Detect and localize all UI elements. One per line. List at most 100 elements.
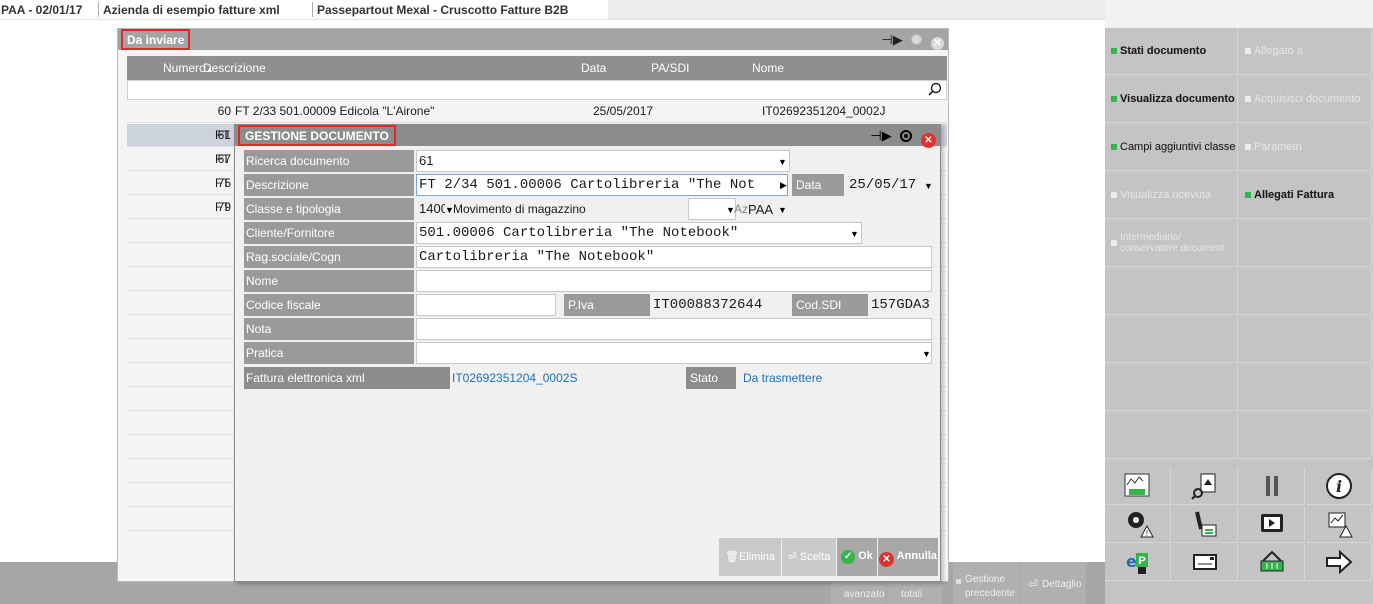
forward-arrow-button[interactable] (1306, 544, 1372, 581)
status-square-icon (1111, 240, 1117, 246)
title-separator (312, 2, 313, 17)
scelta-button[interactable]: ⏎ Scelta (782, 538, 836, 576)
chevron-down-icon[interactable]: ▼ (922, 349, 931, 359)
chevron-down-icon[interactable]: ▼ (778, 157, 787, 167)
ok-button[interactable]: ✓ Ok (837, 538, 877, 576)
allegati-fattura-button[interactable]: Allegati Fattura (1239, 172, 1372, 219)
minimize-icon[interactable] (911, 34, 923, 45)
pin-icon[interactable]: ⊣▶ (870, 128, 891, 144)
field-row-nota: Nota (244, 318, 934, 341)
field-row-ragsoc: Rag.sociale/Cogn Cartolibreria "The Note… (244, 246, 934, 269)
radio-target-icon[interactable] (900, 130, 913, 142)
nome-label: Nome (244, 270, 414, 292)
empty-slot (1105, 316, 1238, 363)
stato-label: Stato (686, 367, 736, 389)
screen-play-icon (1260, 514, 1283, 532)
chevron-down-icon[interactable]: ▼ (850, 229, 859, 239)
info-button[interactable]: i (1306, 468, 1372, 505)
window-controls: ⊣▶ ✕ (865, 128, 936, 148)
fattura-xml-link[interactable]: IT02692351204_0002S (452, 371, 577, 385)
campi-aggiuntivi-button[interactable]: Campi aggiuntivi classe (1105, 124, 1238, 171)
codice-fiscale-field[interactable] (416, 294, 556, 316)
parametri-button[interactable]: Parametri (1239, 124, 1372, 171)
pause-button[interactable] (1239, 468, 1305, 505)
screen-play-button[interactable] (1239, 506, 1305, 543)
intermediario-conservatore-button[interactable]: Intermediario/ conservatore document (1105, 220, 1238, 267)
az-field[interactable]: PAA (748, 202, 773, 217)
nota-label: Nota (244, 318, 414, 340)
stati-documento-button[interactable]: Stati documento (1105, 28, 1238, 75)
classe-field[interactable]: 1400 (416, 198, 446, 220)
search-input[interactable] (127, 80, 947, 100)
close-icon[interactable]: ✕ (921, 133, 936, 148)
window-header: GESTIONE DOCUMENTO ⊣▶ ✕ (235, 125, 940, 148)
column-header-data[interactable]: Data (581, 61, 606, 75)
right-top-strip (1105, 0, 1373, 28)
ricerca-label: Ricerca documento (244, 150, 414, 172)
column-header-descrizione[interactable]: Descrizione (203, 61, 266, 75)
allegato-a-button[interactable]: Allegato a (1239, 28, 1372, 75)
user-warning-icon: ! (1127, 512, 1154, 538)
svg-text:i: i (1335, 477, 1341, 496)
sign-document-button[interactable] (1172, 506, 1238, 543)
az-label: Az (734, 202, 749, 216)
chart-export-button[interactable] (1105, 468, 1171, 505)
ep-lock-button[interactable]: eP (1105, 544, 1171, 581)
codsdi-label: Cod.SDI (792, 294, 868, 316)
empty-slot (1239, 268, 1372, 315)
svg-text:!: ! (1145, 529, 1147, 538)
column-header-pa-sdi[interactable]: PA/SDI (651, 61, 689, 75)
mail-button[interactable] (1172, 544, 1238, 581)
chart-warning-icon (1328, 512, 1353, 538)
chevron-down-icon[interactable]: ▼ (778, 205, 787, 215)
acquisisci-documento-button[interactable]: Acquisisci documento (1239, 76, 1372, 123)
table-row[interactable]: 60 FT 2/33 501.00009 Edicola "L'Airone" … (127, 100, 947, 123)
gestione-precedente-button[interactable]: Gestione precedente (953, 562, 1019, 604)
ragsoc-label: Rag.sociale/Cogn (244, 246, 414, 268)
status-square-icon (1111, 192, 1117, 198)
nota-field[interactable] (416, 318, 932, 340)
column-header-nome[interactable]: Nome (752, 61, 784, 75)
mail-icon (1192, 554, 1217, 570)
nome-field[interactable] (416, 270, 932, 292)
close-icon[interactable]: ✕ (931, 37, 944, 50)
status-square-icon (1245, 144, 1251, 150)
empty-slot (1239, 316, 1372, 363)
empty-slot (1105, 268, 1238, 315)
title-company-code: PAA - 02/01/17 (1, 3, 83, 17)
classe-label: Classe e tipologia (244, 198, 414, 220)
cf-label: Codice fiscale (244, 294, 414, 316)
chevron-right-icon[interactable]: ▶ (780, 180, 787, 191)
annulla-button[interactable]: ✕ Annulla (878, 538, 938, 576)
cliente-label: Cliente/Fornitore (244, 222, 414, 244)
data-field[interactable]: 25/05/17 (846, 174, 932, 196)
ragione-sociale-field[interactable]: Cartolibreria "The Notebook" (416, 246, 932, 268)
chevron-down-icon[interactable]: ▼ (924, 181, 933, 191)
chart-warning-button[interactable] (1306, 506, 1372, 543)
codice-sdi-field[interactable]: 157GDA3 (868, 294, 934, 316)
piva-label: P.Iva (564, 294, 650, 316)
pin-icon[interactable]: ⊣▶ (881, 32, 902, 48)
ricerca-documento-field[interactable]: 61 (416, 150, 790, 172)
right-action-panel: Stati documento Allegato a Visualizza do… (1105, 28, 1373, 604)
basket-button[interactable] (1239, 544, 1305, 581)
visualizza-documento-button[interactable]: Visualizza documento (1105, 76, 1238, 123)
cliente-fornitore-field[interactable]: 501.00006 Cartolibreria "The Notebook" (416, 222, 862, 244)
app-title-bar: PAA - 02/01/17 Azienda di esempio fattur… (0, 0, 1105, 20)
elimina-button[interactable]: 🗑Elimina (719, 538, 781, 576)
user-warning-button[interactable]: ! (1105, 506, 1171, 543)
search-icon[interactable] (928, 82, 942, 96)
search-document-button[interactable] (1172, 468, 1238, 505)
info-icon: i (1325, 473, 1352, 499)
visualizza-ricevuta-button[interactable]: Visualizza ricevuta (1105, 172, 1238, 219)
pratica-field[interactable] (416, 342, 932, 364)
status-square-icon (1245, 192, 1251, 198)
descrizione-field[interactable]: FT 2/34 501.00006 Cartolibreria "The Not (416, 174, 788, 196)
document-search-icon (1190, 473, 1215, 500)
dettaglio-button[interactable]: ⏎ Dettaglio (1020, 562, 1086, 604)
field-row-nome: Nome (244, 270, 934, 293)
svg-text:P: P (1138, 555, 1145, 567)
partita-iva-field[interactable]: IT00088372644 (650, 294, 790, 316)
title-tab-strip (608, 0, 1105, 19)
check-icon: ✓ (841, 550, 856, 564)
